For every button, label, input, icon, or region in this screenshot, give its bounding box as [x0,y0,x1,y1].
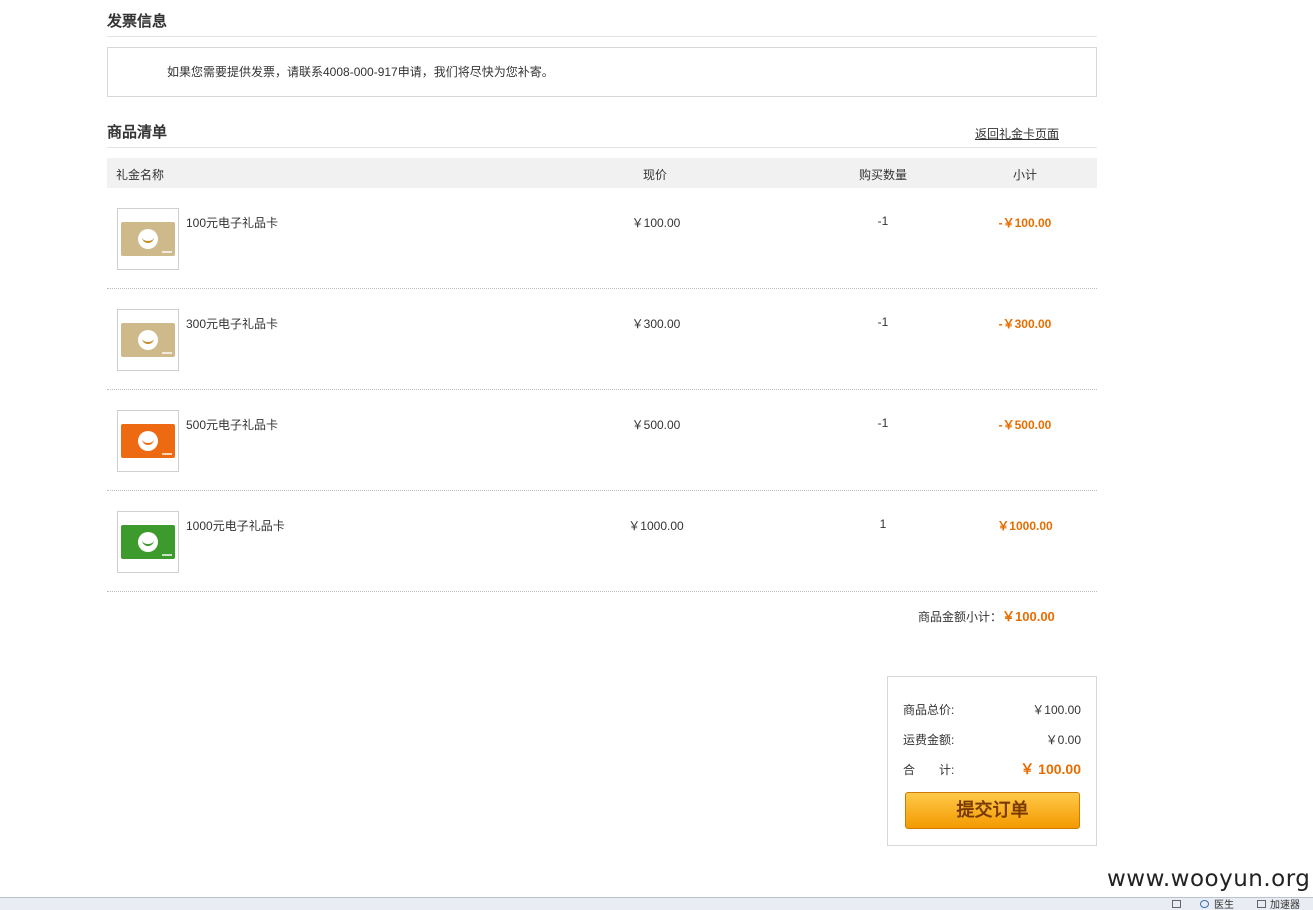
back-to-giftcard-link[interactable]: 返回礼金卡页面 [975,125,1059,142]
order-page: 发票信息 如果您需要提供发票，请联系4008-000-917申请，我们将尽快为您… [0,0,1313,910]
item-qty: -1 [877,416,889,430]
giftcard-thumbnail[interactable] [117,208,179,270]
item-qty: -1 [877,214,889,228]
goods-subtotal-value: ￥100.00 [1002,609,1055,624]
item-price: ￥1000.00 [628,519,684,533]
goods-section-title: 商品清单 返回礼金卡页面 [107,121,1097,148]
site-watermark: www.wooyun.org [1107,866,1311,892]
item-price: ￥500.00 [631,418,681,432]
header-name: 礼金名称 [116,168,165,182]
giftcard-thumbnail[interactable] [117,309,179,371]
browser-status-bar: 医生 加速器 [0,897,1313,910]
goods-subtotal-line: 商品金额小计：￥100.00 [918,606,1055,625]
header-qty: 购买数量 [859,168,908,182]
item-qty: -1 [877,315,889,329]
statusbar-doctor[interactable]: 医生 [1214,900,1234,910]
giftcard-image [121,424,175,458]
submit-order-button[interactable]: 提交订单 [905,792,1080,829]
shipping-label: 运费金额: [903,733,955,747]
item-qty: 1 [879,517,887,531]
item-subtotal: -￥500.00 [998,418,1052,432]
goods-total-value: ￥100.00 [1032,703,1081,717]
item-price: ￥100.00 [631,216,681,230]
item-name[interactable]: 300元电子礼品卡 [186,315,278,332]
giftcard-image [121,323,175,357]
order-total-value: ￥ 100.00 [1020,761,1081,777]
accelerator-icon[interactable] [1257,900,1266,908]
header-price: 现价 [643,168,668,182]
card-value-tag [162,251,172,253]
giftcard-image [121,525,175,559]
item-name[interactable]: 100元电子礼品卡 [186,214,278,231]
order-total-label: 合 计: [903,763,955,777]
table-row: 500元电子礼品卡 ￥500.00 -1 -￥500.00 [107,390,1097,491]
item-price: ￥300.00 [631,317,681,331]
table-row: 300元电子礼品卡 ￥300.00 -1 -￥300.00 [107,289,1097,390]
table-row: 100元电子礼品卡 ￥100.00 -1 -￥100.00 [107,188,1097,289]
goods-subtotal-label: 商品金额小计： [918,610,1003,624]
goods-title-text: 商品清单 [107,124,168,141]
header-subtotal: 小计 [1013,168,1038,182]
goods-table-header: 礼金名称 现价 购买数量 小计 [107,158,1097,188]
invoice-note: 如果您需要提供发票，请联系4008-000-917申请，我们将尽快为您补寄。 [167,65,554,79]
page-icon[interactable] [1172,900,1181,908]
doctor-icon[interactable] [1200,900,1209,908]
invoice-info-box: 如果您需要提供发票，请联系4008-000-917申请，我们将尽快为您补寄。 [107,47,1097,97]
goods-total-label: 商品总价: [903,703,955,717]
item-name[interactable]: 1000元电子礼品卡 [186,517,285,534]
invoice-section-title: 发票信息 [107,10,1097,37]
invoice-title-text: 发票信息 [107,13,168,30]
card-value-tag [162,453,172,455]
giftcard-image [121,222,175,256]
statusbar-accelerator[interactable]: 加速器 [1270,900,1300,910]
item-subtotal: ￥1000.00 [997,519,1053,533]
card-value-tag [162,554,172,556]
giftcard-thumbnail[interactable] [117,410,179,472]
giftcard-thumbnail[interactable] [117,511,179,573]
card-value-tag [162,352,172,354]
item-subtotal: -￥300.00 [998,317,1052,331]
table-row: 1000元电子礼品卡 ￥1000.00 1 ￥1000.00 [107,491,1097,592]
shipping-value: ￥0.00 [1045,733,1081,747]
order-summary-box: 商品总价: ￥100.00 运费金额: ￥0.00 合 计: ￥ 100.00 … [887,676,1097,846]
item-name[interactable]: 500元电子礼品卡 [186,416,278,433]
item-subtotal: -￥100.00 [998,216,1052,230]
